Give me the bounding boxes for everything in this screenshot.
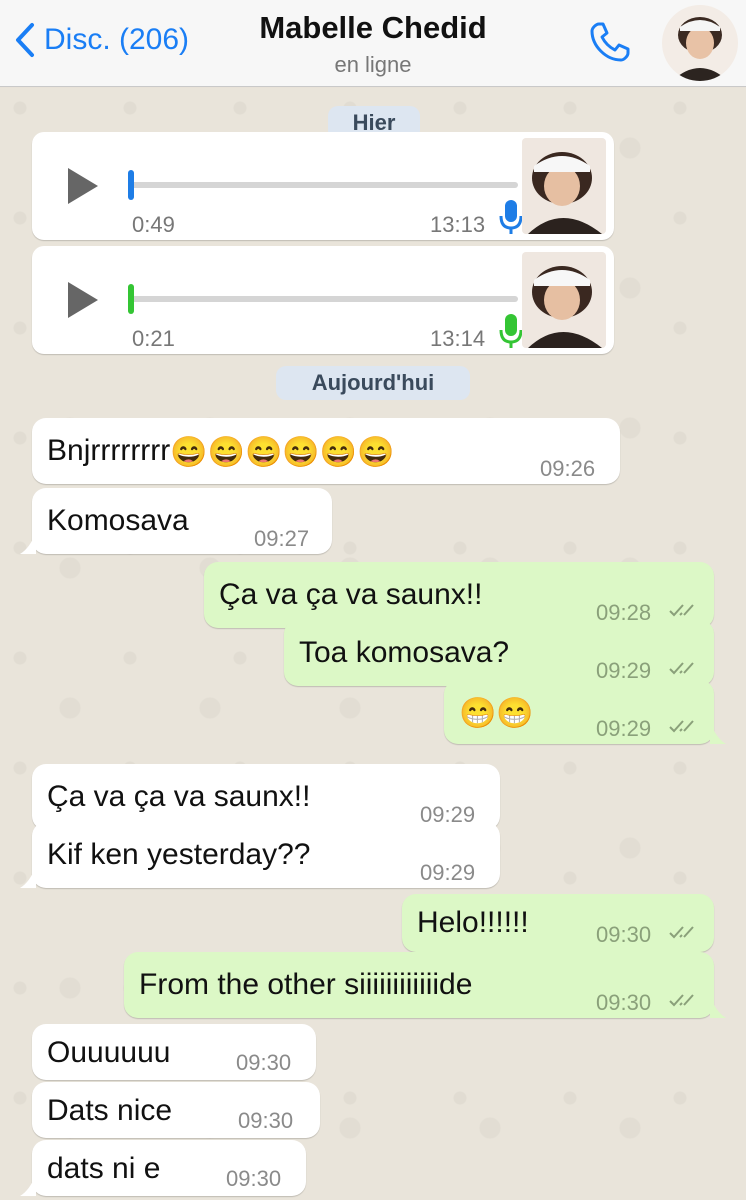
- message-text: Ça va ça va saunx!!: [219, 578, 483, 611]
- sender-photo: [522, 252, 606, 348]
- contact-status: en ligne: [334, 52, 412, 77]
- message-bubble-outgoing[interactable]: Helo!!!!!! 09:30: [402, 894, 714, 952]
- message-time: 09:30: [238, 1108, 294, 1133]
- voice-progress-track[interactable]: [128, 182, 518, 188]
- message-text: Dats nice: [47, 1094, 173, 1127]
- microphone-icon: [499, 314, 523, 348]
- message-time: 09:30: [596, 990, 652, 1015]
- message-bubble-outgoing[interactable]: From the other siiiiiiiiiiiide 09:30: [124, 952, 726, 1018]
- sender-photo: [522, 138, 606, 234]
- message-bubble-incoming[interactable]: Kif ken yesterday?? 09:29: [20, 822, 500, 888]
- message-time: 09:30: [596, 922, 652, 947]
- message-bubble-incoming[interactable]: dats ni e 09:30: [20, 1140, 306, 1196]
- message-bubble-outgoing[interactable]: Toa komosava? 09:29: [284, 620, 714, 686]
- message-bubble-incoming[interactable]: Komosava 09:27: [20, 488, 332, 554]
- voice-message[interactable]: 0:49 13:13: [32, 132, 614, 240]
- message-text: Ça va ça va saunx!!: [47, 780, 311, 813]
- play-icon[interactable]: [64, 166, 100, 206]
- voice-time: 13:13: [430, 212, 486, 237]
- message-text: Ouuuuuu: [47, 1036, 171, 1069]
- message-bubble-outgoing[interactable]: Ça va ça va saunx!! 09:28: [204, 562, 714, 628]
- message-text: Helo!!!!!!: [417, 906, 529, 939]
- message-time: 09:27: [254, 526, 310, 551]
- message-text: dats ni e: [47, 1152, 161, 1185]
- read-receipt-icon: [669, 604, 694, 617]
- contact-name[interactable]: Mabelle Chedid: [0, 10, 746, 46]
- voice-progress-knob[interactable]: [128, 284, 134, 314]
- message-text: From the other siiiiiiiiiiiide: [139, 968, 473, 1001]
- read-receipt-icon: [669, 994, 694, 1007]
- emoji-grimacing-group: 😁😁: [459, 697, 534, 730]
- voice-message[interactable]: 0:21 13:14: [32, 246, 614, 354]
- microphone-icon: [499, 200, 523, 234]
- message-bubble-incoming[interactable]: Dats nice 09:30: [32, 1082, 320, 1138]
- chat-header: Disc. (206) Mabelle Chedid en ligne: [0, 0, 746, 87]
- read-receipt-icon: [669, 662, 694, 675]
- message-bubble-incoming[interactable]: Bnjrrrrrrrr😄😄😄😄😄😄 09:26: [32, 418, 620, 484]
- message-time: 09:26: [540, 456, 596, 481]
- date-separator-today: Aujourd'hui: [276, 366, 470, 400]
- message-text: Komosava: [47, 504, 189, 537]
- message-time: 09:29: [596, 716, 652, 741]
- message-bubble-incoming[interactable]: Ouuuuuu 09:30: [32, 1024, 316, 1080]
- read-receipt-icon: [669, 926, 694, 939]
- read-receipt-icon: [669, 720, 694, 733]
- voice-duration: 0:21: [132, 326, 175, 351]
- play-icon[interactable]: [64, 280, 100, 320]
- message-time: 09:30: [236, 1050, 292, 1075]
- voice-progress-track[interactable]: [128, 296, 518, 302]
- message-time: 09:30: [226, 1166, 282, 1191]
- voice-time: 13:14: [430, 326, 486, 351]
- phone-icon[interactable]: [586, 18, 634, 66]
- message-text: Toa komosava?: [299, 636, 510, 669]
- message-time: 09:29: [420, 860, 476, 885]
- voice-progress-knob[interactable]: [128, 170, 134, 200]
- avatar-photo: [662, 5, 738, 81]
- message-text: Bnjrrrrrrrr😄😄😄😄😄😄: [47, 434, 395, 469]
- message-bubble-incoming[interactable]: Ça va ça va saunx!! 09:29: [32, 764, 500, 830]
- message-text: Kif ken yesterday??: [47, 838, 311, 871]
- emoji-grinning-group: 😄😄😄😄😄😄: [170, 435, 395, 469]
- voice-duration: 0:49: [132, 212, 175, 237]
- contact-avatar[interactable]: [662, 5, 738, 81]
- message-bubble-outgoing[interactable]: 😁😁 09:29: [444, 680, 726, 744]
